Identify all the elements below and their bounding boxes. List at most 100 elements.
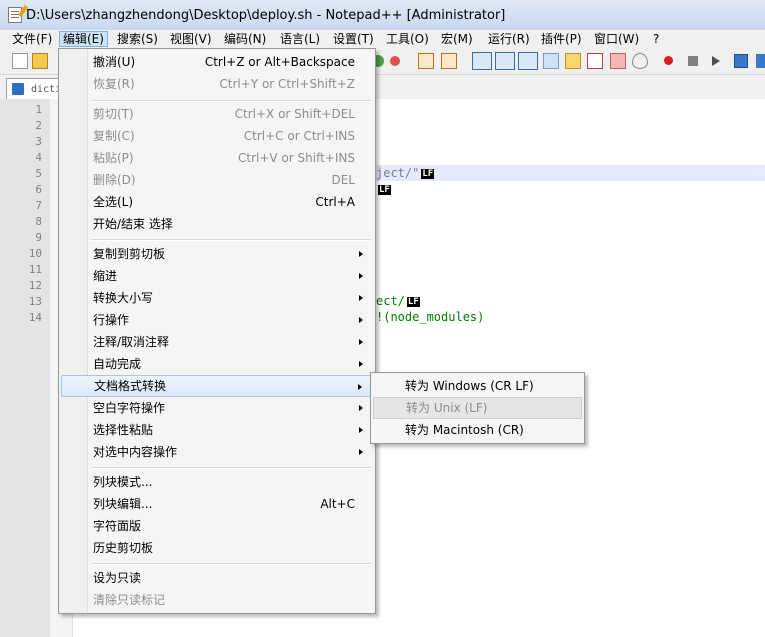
eol-marker: LF — [406, 297, 420, 307]
line-number: 6 — [35, 183, 42, 196]
menu-window[interactable]: 窗口(W) — [594, 31, 639, 47]
sync-vertical-icon[interactable] — [472, 52, 492, 70]
line-number: 9 — [35, 231, 42, 244]
menu-item-begin-end-select[interactable]: 开始/结束 选择 — [61, 213, 373, 235]
menu-item-paste-special[interactable]: 选择性粘贴 — [61, 419, 373, 441]
menu-item-copy[interactable]: 复制(C) Ctrl+C or Ctrl+INS — [61, 125, 373, 147]
macro-play-icon[interactable] — [712, 56, 720, 66]
function-list-icon[interactable] — [610, 53, 626, 69]
eol-marker: LF — [378, 185, 391, 195]
menu-item-delete[interactable]: 删除(D) DEL — [61, 169, 373, 191]
zoom-out-icon[interactable] — [441, 53, 457, 69]
menu-settings[interactable]: 设置(T) — [333, 31, 374, 47]
submenu-arrow-icon — [359, 295, 363, 301]
line-number: 7 — [35, 199, 42, 212]
menu-item-on-selection[interactable]: 对选中内容操作 — [61, 441, 373, 463]
menu-run[interactable]: 运行(R) — [488, 31, 530, 47]
line-number: 14 — [28, 311, 42, 324]
submenu-arrow-icon — [359, 405, 363, 411]
menu-plugins[interactable]: 插件(P) — [541, 31, 582, 47]
tab-label: dicti — [31, 84, 62, 95]
line-number: 11 — [28, 263, 42, 276]
line-number: 12 — [28, 279, 42, 292]
submenu-item-unix-eol[interactable]: 转为 Unix (LF) — [373, 397, 582, 419]
submenu-arrow-icon — [359, 361, 363, 367]
line-number: 5 — [35, 167, 42, 180]
menu-view[interactable]: 视图(V) — [170, 31, 212, 47]
menu-item-redo[interactable]: 恢复(R) Ctrl+Y or Ctrl+Shift+Z — [61, 73, 373, 95]
code-line-5[interactable]: ject/" LF — [376, 166, 435, 180]
zoom-in-icon[interactable] — [418, 53, 434, 69]
new-file-icon[interactable] — [12, 53, 28, 69]
macro-stop-icon[interactable] — [688, 56, 698, 66]
menu-separator — [91, 100, 371, 102]
menu-item-clear-read-only[interactable]: 清除只读标记 — [61, 589, 373, 611]
menu-tools[interactable]: 工具(O) — [386, 31, 429, 47]
monitoring-eye-icon[interactable] — [632, 53, 648, 69]
line-number: 8 — [35, 215, 42, 228]
show-all-characters-icon[interactable] — [518, 52, 538, 70]
tab-document[interactable]: dicti — [6, 78, 66, 99]
menu-separator — [91, 563, 371, 565]
line-number-gutter: 1 2 3 4 5 6 7 8 9 10 11 12 13 14 — [0, 99, 50, 637]
line-number: 1 — [35, 103, 42, 116]
code-line-6[interactable]: LF — [376, 182, 391, 196]
menu-encoding[interactable]: 编码(N) — [224, 31, 266, 47]
submenu-arrow-icon — [359, 449, 363, 455]
menu-search[interactable]: 搜索(S) — [117, 31, 158, 47]
menu-item-clipboard-history[interactable]: 历史剪切板 — [61, 537, 373, 559]
line-number: 2 — [35, 119, 42, 132]
line-number: 10 — [28, 247, 42, 260]
line-number: 3 — [35, 135, 42, 148]
menu-item-auto-completion[interactable]: 自动完成 — [61, 353, 373, 375]
replace-icon[interactable] — [390, 56, 400, 66]
submenu-arrow-icon — [359, 339, 363, 345]
title-bar: D:\Users\zhangzhendong\Desktop\deploy.sh… — [0, 0, 765, 30]
menu-item-character-panel[interactable]: 字符面版 — [61, 515, 373, 537]
menu-item-copy-to-clipboard[interactable]: 复制到剪切板 — [61, 243, 373, 265]
code-line-14[interactable]: !(node_modules) — [376, 310, 484, 324]
macro-run-multiple-icon[interactable] — [734, 54, 748, 68]
menu-separator — [91, 467, 371, 469]
save-disk-icon — [12, 83, 24, 95]
menu-item-undo[interactable]: 撤消(U) Ctrl+Z or Alt+Backspace — [61, 51, 373, 73]
menu-item-cut[interactable]: 剪切(T) Ctrl+X or Shift+DEL — [61, 103, 373, 125]
open-folder-icon[interactable] — [32, 53, 48, 69]
menu-language[interactable]: 语言(L) — [280, 31, 320, 47]
submenu-item-windows-eol[interactable]: 转为 Windows (CR LF) — [373, 375, 582, 397]
submenu-arrow-icon — [359, 427, 363, 433]
word-wrap-icon[interactable] — [495, 52, 515, 70]
eol-conversion-submenu: 转为 Windows (CR LF) 转为 Unix (LF) 转为 Macin… — [370, 372, 585, 444]
submenu-arrow-icon — [359, 251, 363, 257]
document-map-icon[interactable] — [587, 53, 603, 69]
user-language-icon[interactable] — [565, 53, 581, 69]
submenu-arrow-icon — [359, 273, 363, 279]
menu-separator — [91, 239, 371, 241]
menu-item-select-all[interactable]: 全选(L) Ctrl+A — [61, 191, 373, 213]
menu-help[interactable]: ? — [653, 31, 659, 47]
submenu-item-mac-eol[interactable]: 转为 Macintosh (CR) — [373, 419, 582, 441]
menu-edit[interactable]: 编辑(E) — [59, 31, 108, 47]
menu-bar: 文件(F) 编辑(E) 搜索(S) 视图(V) 编码(N) 语言(L) 设置(T… — [0, 30, 765, 48]
menu-item-blank-operations[interactable]: 空白字符操作 — [61, 397, 373, 419]
macro-save-icon[interactable] — [756, 54, 765, 68]
menu-item-comment[interactable]: 注释/取消注释 — [61, 331, 373, 353]
menu-item-set-read-only[interactable]: 设为只读 — [61, 567, 373, 589]
edit-menu-dropdown: 撤消(U) Ctrl+Z or Alt+Backspace 恢复(R) Ctrl+Y… — [58, 48, 376, 614]
macro-record-icon[interactable] — [664, 56, 673, 65]
code-line-13[interactable]: ect/LF — [376, 294, 420, 308]
menu-item-line-operations[interactable]: 行操作 — [61, 309, 373, 331]
menu-item-indent[interactable]: 缩进 — [61, 265, 373, 287]
menu-item-column-mode[interactable]: 列块模式... — [61, 471, 373, 493]
menu-item-paste[interactable]: 粘贴(P) Ctrl+V or Shift+INS — [61, 147, 373, 169]
menu-macro[interactable]: 宏(M) — [441, 31, 473, 47]
menu-item-convert-case[interactable]: 转换大小写 — [61, 287, 373, 309]
eol-marker: LF — [421, 169, 435, 179]
menu-item-column-editor[interactable]: 列块编辑... Alt+C — [61, 493, 373, 515]
submenu-arrow-icon — [358, 384, 362, 390]
menu-item-eol-conversion[interactable]: 文档格式转换 — [61, 375, 373, 397]
notepad-app-icon — [8, 4, 29, 23]
menu-file[interactable]: 文件(F) — [12, 31, 52, 47]
indent-guide-icon[interactable] — [543, 53, 559, 69]
line-number: 13 — [28, 295, 42, 308]
